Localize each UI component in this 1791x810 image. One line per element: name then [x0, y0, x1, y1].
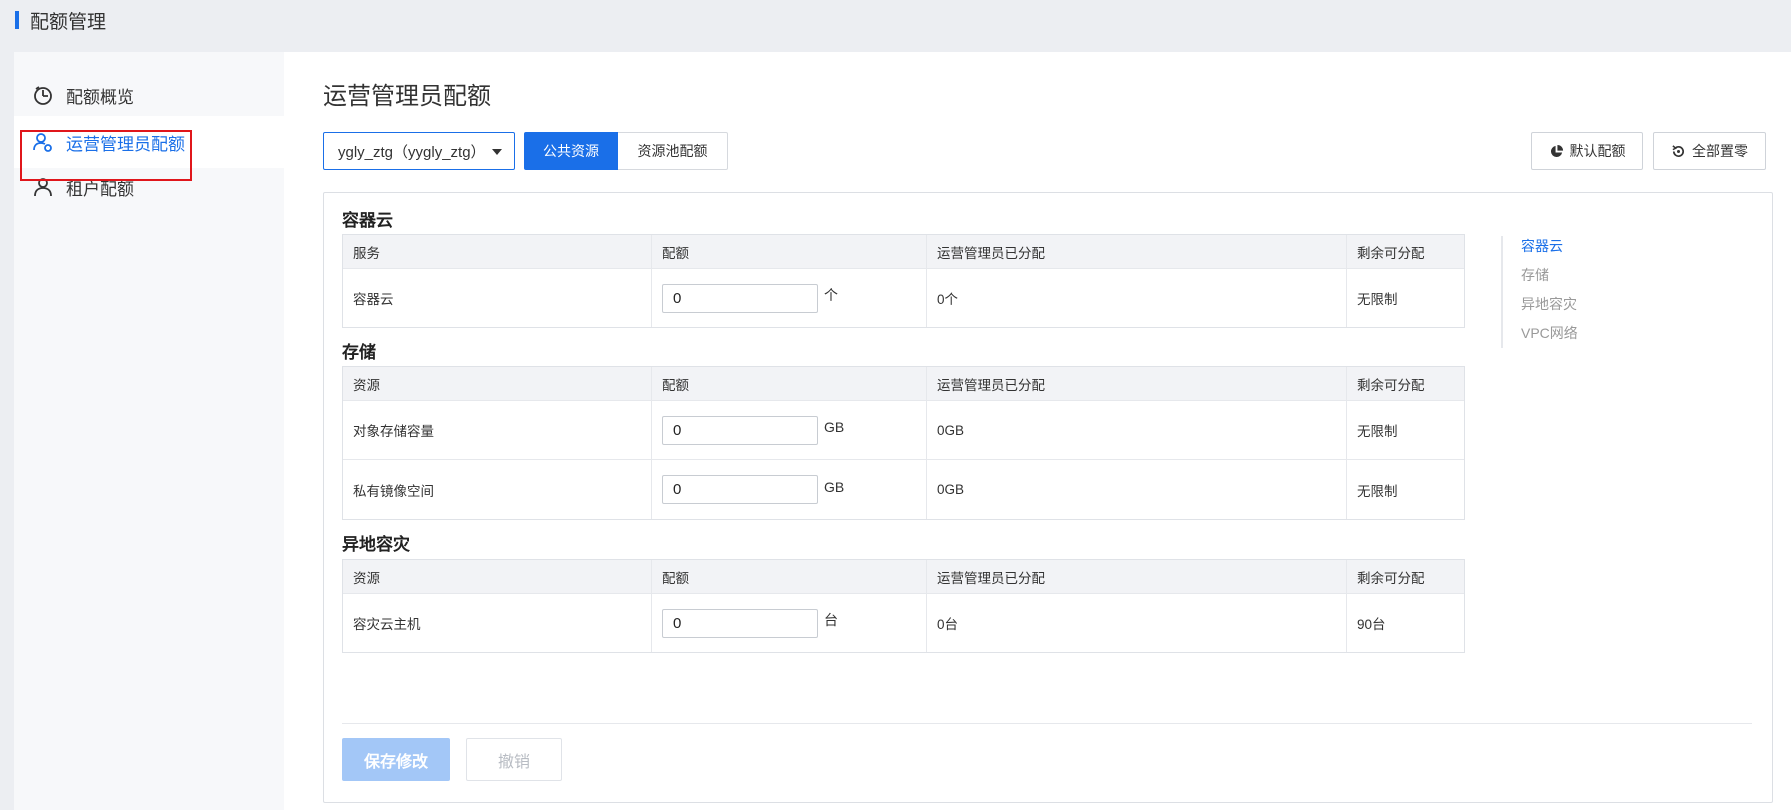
- top-bar: 配额管理: [0, 0, 1791, 52]
- app-title: 配额管理: [30, 12, 107, 33]
- select-value: ygly_ztg（yygly_ztg）: [338, 143, 486, 161]
- quota-panel: 容器云 服务 配额 运营管理员已分配 剩余可分配 容器云 个 0个 无限制 存储: [323, 192, 1773, 803]
- column-header: 剩余可分配: [1346, 367, 1464, 400]
- table-header: 服务 配额 运营管理员已分配 剩余可分配: [343, 235, 1464, 268]
- storage-table: 资源 配额 运营管理员已分配 剩余可分配 对象存储容量 GB 0GB 无限制 私…: [342, 366, 1465, 520]
- column-header: 运营管理员已分配: [926, 235, 1346, 268]
- pie-chart-icon: [1549, 144, 1564, 159]
- default-quota-label: 默认配额: [1569, 143, 1626, 159]
- remaining-value: 无限制: [1346, 401, 1464, 459]
- column-header: 剩余可分配: [1346, 560, 1464, 593]
- unit-label: 个: [824, 287, 838, 303]
- quota-cell: 个: [651, 269, 926, 327]
- allocated-value: 0GB: [926, 460, 1346, 519]
- main-content: 运营管理员配额 ygly_ztg（yygly_ztg） 公共资源 资源池配额 默…: [284, 52, 1791, 810]
- resource-name: 容灾云主机: [353, 617, 421, 632]
- anchor-link-disaster-recovery[interactable]: 异地容灾: [1521, 294, 1578, 323]
- page-title: 运营管理员配额: [323, 83, 491, 110]
- sidebar-item-tenant-quota[interactable]: 租户配额: [14, 161, 284, 213]
- column-header: 配额: [651, 235, 926, 268]
- column-header: 剩余可分配: [1346, 235, 1464, 268]
- quota-input[interactable]: [662, 283, 818, 313]
- unit-label: GB: [824, 478, 845, 495]
- cancel-button[interactable]: 撤销: [466, 738, 562, 781]
- save-button[interactable]: 保存修改: [342, 738, 450, 781]
- disaster-recovery-table: 资源 配额 运营管理员已分配 剩余可分配 容灾云主机 台 0台 90台: [342, 559, 1465, 653]
- section-title-disaster-recovery: 异地容灾: [342, 535, 410, 554]
- quota-input[interactable]: [662, 415, 818, 445]
- title-accent-bar: [15, 11, 19, 29]
- default-quota-button[interactable]: 默认配额: [1531, 132, 1643, 170]
- quota-input[interactable]: [662, 608, 818, 638]
- section-title-storage: 存储: [342, 343, 376, 362]
- sidebar-item-overview[interactable]: 配额概览: [14, 69, 284, 121]
- tab-public-resources[interactable]: 公共资源: [524, 132, 618, 170]
- quota-cell: GB: [651, 401, 926, 459]
- divider: [342, 723, 1752, 724]
- table-row: 私有镜像空间 GB 0GB 无限制: [343, 459, 1464, 519]
- table-row: 容灾云主机 台 0台 90台: [343, 593, 1464, 652]
- reset-icon: [1671, 144, 1686, 159]
- table-row: 对象存储容量 GB 0GB 无限制: [343, 400, 1464, 459]
- unit-label: GB: [824, 419, 845, 435]
- resource-name: 对象存储容量: [353, 424, 434, 439]
- sidebar-item-label: 租户配额: [66, 179, 134, 199]
- pie-clock-icon: [32, 84, 54, 106]
- allocated-value: 0台: [926, 594, 1346, 652]
- allocated-value: 0个: [926, 269, 1346, 327]
- user-gear-icon: [32, 131, 54, 153]
- unit-label: 台: [824, 612, 838, 628]
- caret-down-icon: [492, 149, 502, 155]
- sidebar-item-label: 运营管理员配额: [66, 134, 185, 154]
- resource-name: 私有镜像空间: [353, 483, 434, 499]
- column-header: 运营管理员已分配: [926, 367, 1346, 400]
- anchor-link-storage[interactable]: 存储: [1521, 265, 1578, 294]
- column-header: 运营管理员已分配: [926, 560, 1346, 593]
- remaining-value: 90台: [1346, 594, 1464, 652]
- anchor-link-container[interactable]: 容器云: [1521, 236, 1578, 265]
- operator-select[interactable]: ygly_ztg（yygly_ztg）: [323, 132, 515, 170]
- column-header: 资源: [353, 377, 380, 393]
- sidebar: 配额概览 运营管理员配额 租户配额: [14, 52, 284, 810]
- column-header: 资源: [353, 570, 380, 586]
- column-header: 配额: [651, 560, 926, 593]
- section-title-container: 容器云: [342, 211, 393, 230]
- table-header: 资源 配额 运营管理员已分配 剩余可分配: [343, 367, 1464, 400]
- reset-all-label: 全部置零: [1692, 143, 1748, 159]
- quota-input[interactable]: [662, 475, 818, 504]
- quota-cell: 台: [651, 594, 926, 652]
- sidebar-item-label: 配额概览: [66, 87, 134, 107]
- column-header: 服务: [353, 245, 380, 261]
- column-header: 配额: [651, 367, 926, 400]
- tab-pool-quota[interactable]: 资源池配额: [618, 132, 728, 170]
- remaining-value: 无限制: [1346, 460, 1464, 519]
- remaining-value: 无限制: [1346, 269, 1464, 327]
- user-icon: [32, 176, 54, 198]
- quota-cell: GB: [651, 460, 926, 519]
- resource-name: 容器云: [353, 292, 394, 307]
- anchor-nav: 容器云 存储 异地容灾 VPC网络: [1501, 236, 1578, 348]
- table-row: 容器云 个 0个 无限制: [343, 268, 1464, 327]
- reset-all-button[interactable]: 全部置零: [1653, 132, 1766, 170]
- container-table: 服务 配额 运营管理员已分配 剩余可分配 容器云 个 0个 无限制: [342, 234, 1465, 328]
- table-header: 资源 配额 运营管理员已分配 剩余可分配: [343, 560, 1464, 593]
- anchor-link-vpc[interactable]: VPC网络: [1521, 323, 1578, 352]
- allocated-value: 0GB: [926, 401, 1346, 459]
